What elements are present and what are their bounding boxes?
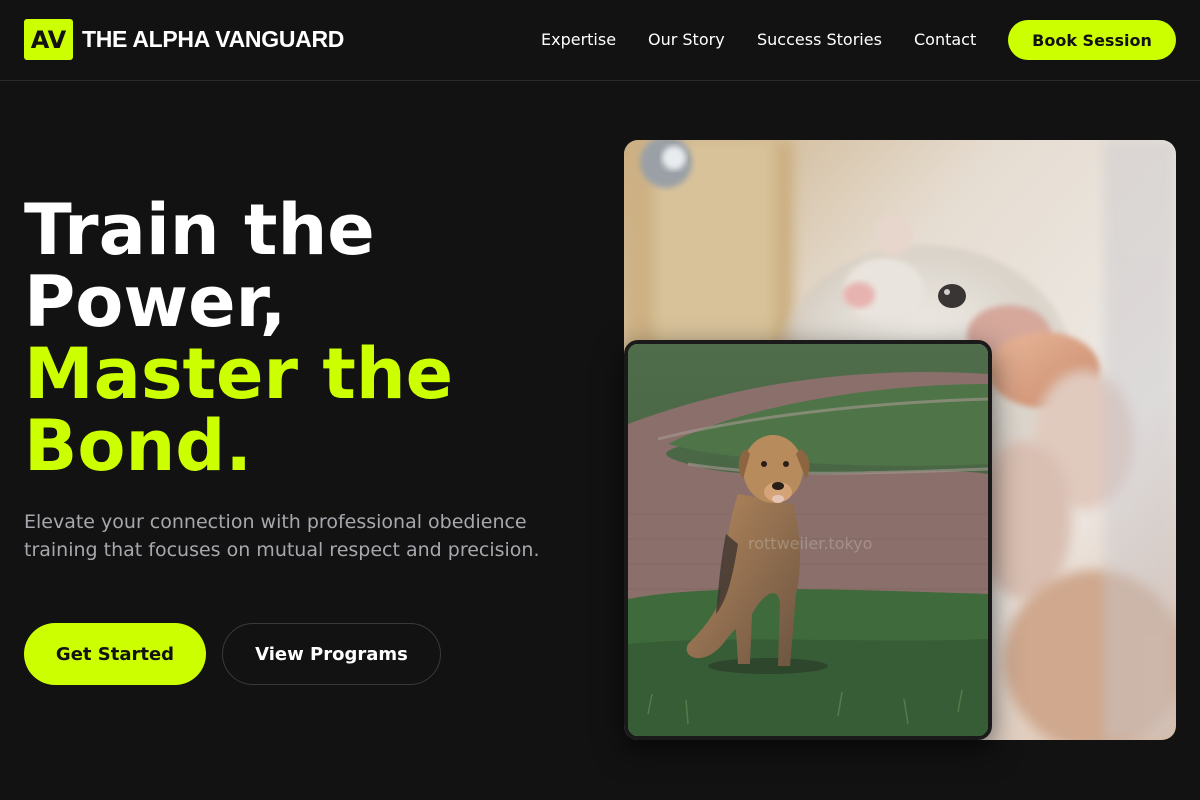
hero-title: Train the Power, Master the Bond. <box>24 194 584 482</box>
nav-item-success-stories[interactable]: Success Stories <box>757 30 882 49</box>
nav-item-contact[interactable]: Contact <box>914 30 976 49</box>
view-programs-button[interactable]: View Programs <box>222 623 441 685</box>
brand-name: THE ALPHA VANGUARD <box>82 26 345 52</box>
site-header: AV THE ALPHA VANGUARD Expertise Our Stor… <box>0 0 1200 81</box>
photo-watermark: rottweiler.tokyo <box>748 534 872 553</box>
hero-subtitle: Elevate your connection with professiona… <box>24 511 540 561</box>
get-started-button[interactable]: Get Started <box>24 623 206 685</box>
logo-mark: AV <box>24 19 73 60</box>
nav-item-our-story[interactable]: Our Story <box>648 30 725 49</box>
book-session-button[interactable]: Book Session <box>1008 20 1176 60</box>
hero-accent-line-1: Master the <box>24 333 454 415</box>
logo[interactable]: AV THE ALPHA VANGUARD <box>24 19 344 60</box>
hero-accent-line-2: Bond. <box>24 405 252 487</box>
nav-item-expertise[interactable]: Expertise <box>541 30 616 49</box>
hero-title-line-1: Train the <box>24 189 375 271</box>
hero-title-line-2: Power, <box>24 261 287 343</box>
dog-photo: rottweiler.tokyo <box>624 340 992 740</box>
